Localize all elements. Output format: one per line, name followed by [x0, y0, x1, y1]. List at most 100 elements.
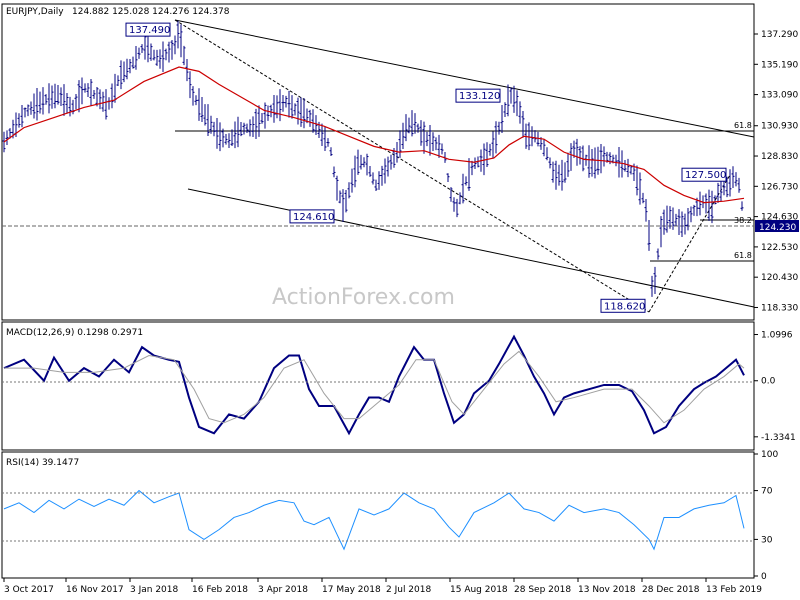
price-bar: [662, 209, 666, 235]
x-tick-label: 2 Jul 2018: [386, 585, 431, 595]
price-y-axis: 137.290 135.190 133.090 130.930 128.830 126.7…: [754, 30, 798, 313]
price-bar: [161, 41, 165, 73]
price-bar: [29, 101, 33, 115]
price-bar: [494, 121, 498, 154]
chart-canvas: EURJPY,Daily 124.882 125.028 124.276 124…: [1, 3, 799, 595]
macd-series: [3, 334, 745, 436]
macd-signal-line: [4, 350, 745, 424]
price-bar: [254, 108, 258, 139]
price-bar: [647, 219, 651, 251]
price-annotation: 137.490: [125, 22, 171, 37]
price-bar: [569, 143, 573, 171]
price-bar: [212, 121, 216, 137]
price-bar: [656, 248, 660, 260]
price-bar: [23, 107, 27, 118]
price-bar: [587, 145, 591, 178]
price-bar: [551, 161, 555, 183]
rsi-line: [3, 489, 745, 551]
price-bar: [74, 94, 78, 110]
price-bar: [299, 97, 303, 127]
price-bar: [104, 89, 108, 120]
price-bar: [530, 126, 534, 147]
x-tick-label: 16 Nov 2017: [66, 585, 124, 595]
price-bar: [428, 125, 432, 156]
x-tick-label: 16 Feb 2018: [192, 585, 248, 595]
rsi-series: [3, 489, 745, 551]
price-bar: [506, 84, 510, 117]
price-bar: [140, 44, 144, 53]
macd-panel-title: MACD(12,26,9) 0.1298 0.2971: [6, 328, 143, 338]
price-bar: [722, 179, 726, 196]
x-tick-label: 28 Sep 2018: [514, 585, 571, 595]
rsi-y-axis: 100 70 30 0: [754, 450, 778, 582]
price-bar: [563, 162, 567, 183]
price-bar: [293, 103, 297, 116]
price-bar: [671, 207, 675, 230]
fib-label-upper: 61.8: [734, 121, 752, 130]
price-bar: [284, 95, 288, 108]
price-bar: [236, 116, 240, 148]
price-bar: [110, 83, 114, 109]
price-bar: [374, 179, 378, 191]
price-bar: [521, 110, 525, 138]
rsi-y-tick-label: 100: [761, 450, 778, 460]
price-bar: [80, 77, 84, 105]
price-bar: [251, 116, 255, 137]
price-bar: [122, 61, 126, 83]
price-bar: [89, 79, 93, 106]
price-bar: [47, 83, 51, 114]
price-bar: [185, 59, 189, 82]
price-bar: [194, 95, 198, 106]
price-bar: [554, 160, 558, 190]
price-bar: [35, 87, 39, 121]
price-bar: [20, 104, 24, 128]
price-bar: [398, 130, 402, 158]
macd-y-tick-label: 1.0996: [761, 331, 793, 341]
x-tick-label: 3 Jan 2018: [130, 585, 178, 595]
price-bar: [689, 206, 693, 223]
price-bar: [203, 104, 207, 126]
price-y-tick-label: 126.730: [761, 182, 798, 192]
price-bar: [440, 143, 444, 155]
price-bar: [242, 122, 246, 135]
macd-line: [3, 334, 745, 436]
price-bar: [716, 182, 720, 203]
price-bar: [44, 94, 48, 105]
price-bar: [5, 130, 9, 145]
price-series: [2, 20, 744, 297]
price-bar: [260, 112, 264, 124]
price-bar: [359, 154, 363, 170]
price-bar: [491, 131, 495, 159]
price-bar: [257, 105, 261, 137]
x-tick-label: 3 Apr 2018: [258, 585, 308, 595]
price-bar: [53, 83, 57, 109]
price-y-tick-label: 130.930: [761, 122, 798, 132]
annotation-label: 124.610: [293, 212, 334, 223]
price-bar: [734, 172, 738, 187]
price-bar: [497, 121, 501, 135]
price-bar: [326, 138, 330, 147]
price-bar: [38, 91, 42, 114]
price-annotation: 127.500: [681, 167, 727, 182]
price-bar: [455, 198, 459, 218]
price-bar: [557, 164, 561, 186]
price-bar: [83, 83, 87, 93]
price-bar: [65, 92, 69, 114]
price-bar: [218, 122, 222, 152]
price-bar: [143, 33, 147, 60]
price-bar: [674, 213, 678, 226]
price-y-tick-label: 137.290: [761, 30, 798, 40]
price-bar: [128, 58, 132, 74]
price-bar: [383, 158, 387, 184]
price-bar: [560, 159, 564, 191]
x-tick-label: 17 May 2018: [322, 585, 381, 595]
price-bar: [272, 94, 276, 123]
x-tick-label: 13 Feb 2019: [706, 585, 762, 595]
price-bar: [545, 147, 549, 161]
current-price-label: 124.230: [759, 223, 796, 233]
price-bar: [176, 20, 180, 49]
price-bar: [278, 89, 282, 122]
price-bar: [41, 87, 45, 115]
price-bar: [686, 208, 690, 231]
price-bar: [419, 120, 423, 146]
